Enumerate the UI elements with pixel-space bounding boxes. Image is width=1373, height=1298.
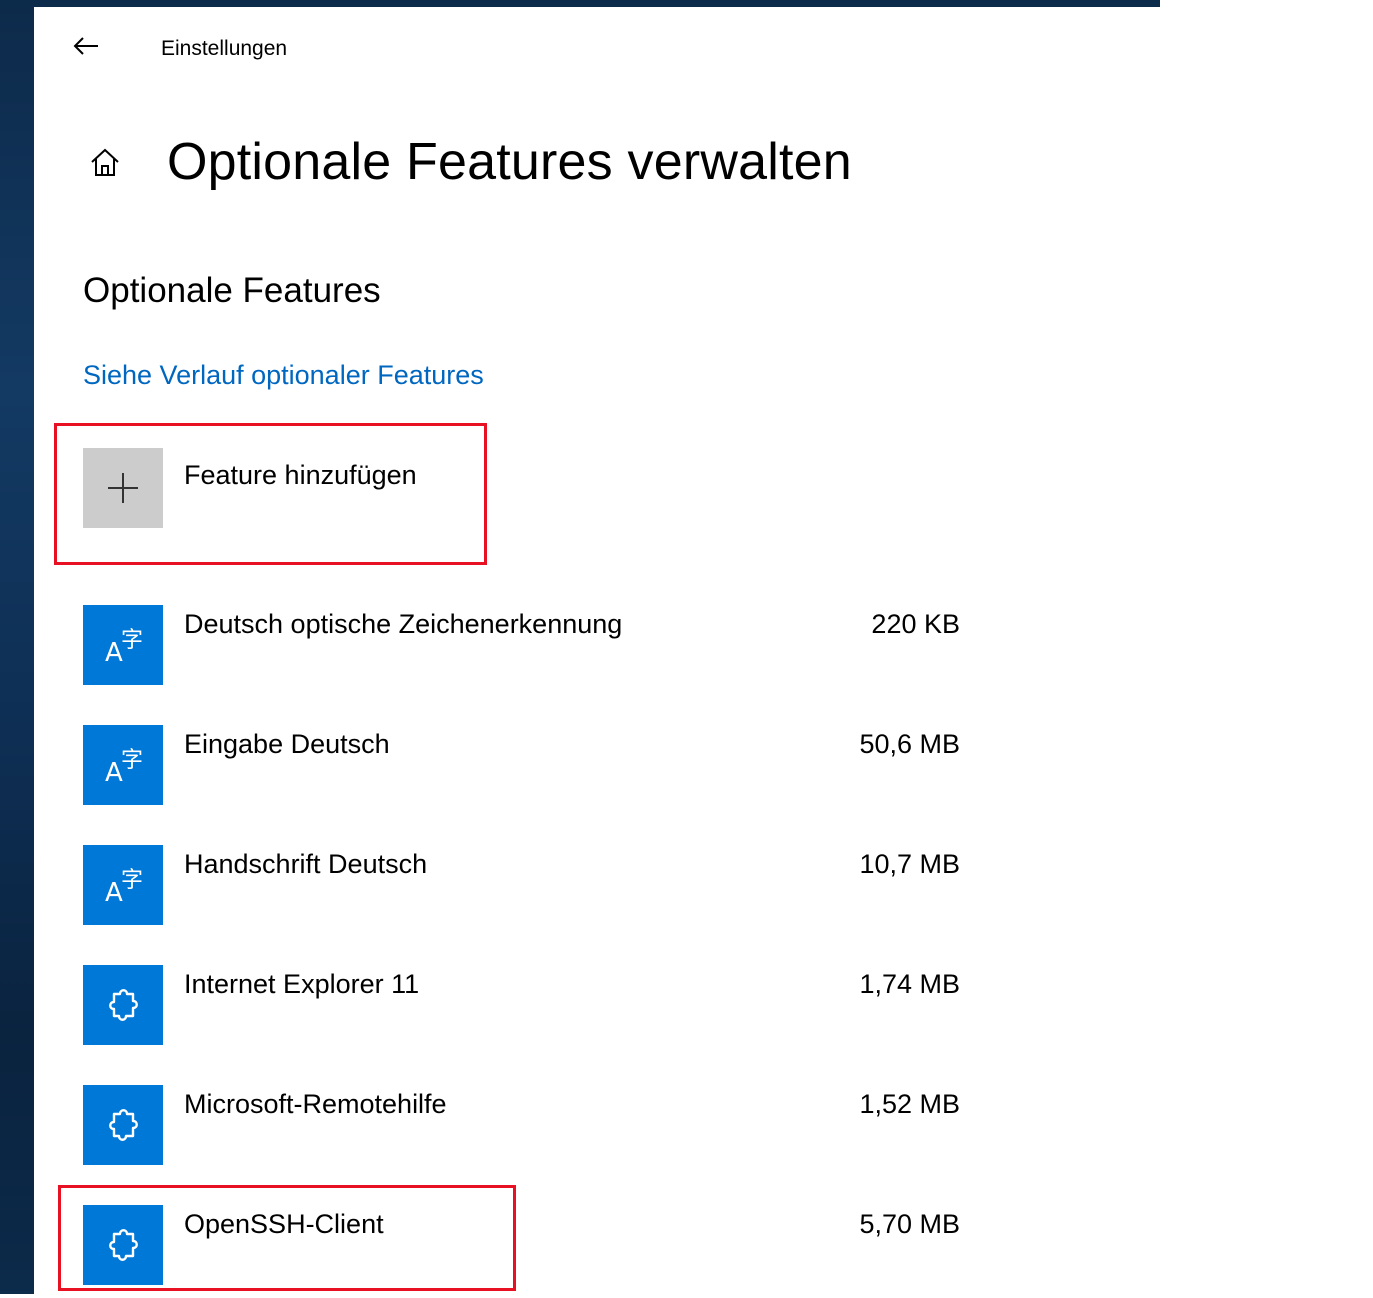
svg-text:字: 字 bbox=[121, 748, 143, 773]
feature-history-link[interactable]: Siehe Verlauf optionaler Features bbox=[83, 360, 484, 391]
settings-window: Einstellungen Optionale Features verwalt… bbox=[34, 7, 1160, 1294]
svg-text:字: 字 bbox=[121, 868, 143, 893]
svg-text:字: 字 bbox=[121, 628, 143, 653]
list-item[interactable]: A 字 Eingabe Deutsch 50,6 MB bbox=[83, 718, 983, 818]
list-item[interactable]: OpenSSH-Client 5,70 MB bbox=[83, 1198, 983, 1298]
app-title: Einstellungen bbox=[161, 37, 288, 60]
puzzle-icon bbox=[109, 989, 138, 1021]
language-icon: A 字 bbox=[105, 868, 143, 908]
puzzle-icon bbox=[109, 1109, 138, 1141]
language-icon: A 字 bbox=[105, 748, 143, 788]
home-icon[interactable] bbox=[85, 142, 125, 182]
feature-size: 50,6 MB bbox=[859, 729, 960, 759]
feature-size: 10,7 MB bbox=[859, 849, 960, 879]
window-top-border bbox=[0, 0, 1160, 7]
feature-tile bbox=[83, 1205, 163, 1285]
add-feature-button[interactable]: Feature hinzufügen bbox=[83, 448, 483, 548]
feature-tile: A 字 bbox=[83, 725, 163, 805]
add-feature-label: Feature hinzufügen bbox=[184, 460, 417, 490]
feature-tile: A 字 bbox=[83, 605, 163, 685]
title-bar: Einstellungen bbox=[34, 7, 1160, 87]
back-arrow-icon bbox=[73, 37, 98, 55]
puzzle-icon bbox=[109, 1229, 138, 1261]
feature-size: 1,52 MB bbox=[859, 1089, 960, 1119]
list-item[interactable]: Internet Explorer 11 1,74 MB bbox=[83, 958, 983, 1058]
list-item[interactable]: Microsoft-Remotehilfe 1,52 MB bbox=[83, 1078, 983, 1178]
feature-name: Eingabe Deutsch bbox=[184, 729, 390, 759]
feature-tile bbox=[83, 965, 163, 1045]
feature-size: 220 KB bbox=[871, 609, 960, 639]
list-item[interactable]: A 字 Deutsch optische Zeichenerkennung 22… bbox=[83, 598, 983, 698]
feature-name: Internet Explorer 11 bbox=[184, 969, 420, 999]
feature-name: OpenSSH-Client bbox=[184, 1209, 384, 1239]
list-item[interactable]: A 字 Handschrift Deutsch 10,7 MB bbox=[83, 838, 983, 938]
feature-name: Microsoft-Remotehilfe bbox=[184, 1089, 447, 1119]
page-title: Optionale Features verwalten bbox=[167, 133, 852, 191]
feature-tile: A 字 bbox=[83, 845, 163, 925]
feature-name: Handschrift Deutsch bbox=[184, 849, 428, 879]
back-button[interactable] bbox=[66, 29, 106, 63]
add-feature-tile bbox=[83, 448, 163, 528]
feature-size: 1,74 MB bbox=[859, 969, 960, 999]
language-icon: A 字 bbox=[105, 628, 143, 668]
feature-name: Deutsch optische Zeichenerkennung bbox=[184, 609, 623, 639]
feature-size: 5,70 MB bbox=[859, 1209, 960, 1239]
plus-icon bbox=[108, 473, 138, 503]
section-title: Optionale Features bbox=[83, 271, 381, 310]
feature-tile bbox=[83, 1085, 163, 1165]
desktop-background bbox=[0, 0, 34, 1294]
